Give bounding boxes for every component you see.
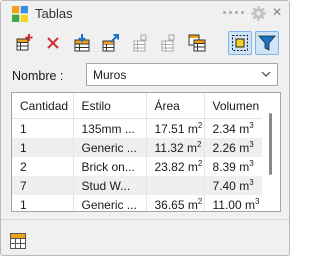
- table-row[interactable]: 2 Brick on... 23.82 m2 8.39 m3: [12, 157, 262, 176]
- tables-panel: Tablas × Nombre: Muros Cantidad Estilo …: [0, 0, 290, 256]
- cell-estilo: Brick on...: [72, 157, 146, 176]
- settings-button[interactable]: [128, 31, 152, 55]
- table-header-row: Cantidad Estilo Área Volumen: [12, 93, 262, 119]
- chevron-down-icon: [261, 71, 271, 77]
- header-estilo[interactable]: Estilo: [72, 93, 146, 119]
- cell-volumen: 2.26 m3: [203, 138, 262, 157]
- name-dropdown-value: Muros: [93, 68, 127, 82]
- table-row[interactable]: 1 135mm ... 17.51 m2 2.34 m3: [12, 118, 262, 138]
- cell-estilo: Generic ...: [72, 195, 146, 211]
- table-settings-icon: [133, 34, 147, 52]
- import-button[interactable]: [70, 31, 94, 55]
- vertical-scrollbar[interactable]: [269, 113, 272, 175]
- tables-app-icon: [12, 6, 28, 22]
- import-icon: [74, 34, 90, 52]
- export-icon: [102, 34, 119, 52]
- toolbar: [1, 31, 289, 57]
- filter-icon: [258, 35, 276, 51]
- gear-icon[interactable]: [250, 5, 267, 22]
- header-cantidad[interactable]: Cantidad: [12, 93, 73, 119]
- cell-area: 23.82 m2: [145, 157, 204, 176]
- cell-area: 17.51 m2: [145, 118, 204, 138]
- cell-cantidad: 2: [20, 159, 27, 174]
- cell-cantidad: 1: [20, 197, 27, 212]
- name-dropdown[interactable]: Muros: [86, 63, 278, 86]
- delete-button[interactable]: [41, 31, 65, 55]
- cell-estilo: 135mm ...: [72, 118, 146, 138]
- filter-button[interactable]: [255, 31, 279, 55]
- footer-divider: [1, 219, 289, 220]
- export-button[interactable]: [99, 31, 123, 55]
- copy-button[interactable]: [185, 31, 209, 55]
- cell-volumen: 11.00 m3: [203, 195, 262, 211]
- close-icon: ×: [272, 4, 282, 21]
- cell-cantidad: 1: [20, 121, 27, 136]
- header-area[interactable]: Área: [145, 93, 204, 119]
- copy-icon: [188, 34, 206, 52]
- name-label: Nombre :: [12, 69, 64, 83]
- close-button[interactable]: ×: [269, 5, 285, 21]
- title-bar[interactable]: Tablas ×: [1, 1, 289, 27]
- cell-volumen: 7.40 m3: [203, 176, 262, 195]
- header-volumen[interactable]: Volumen: [203, 93, 262, 119]
- cell-volumen: 2.34 m3: [203, 118, 262, 138]
- select-button[interactable]: [228, 31, 252, 55]
- table-row[interactable]: 7 Stud W... 7.40 m3: [12, 176, 262, 195]
- cell-area: 11.32 m2: [145, 138, 204, 157]
- settings-2-button[interactable]: [156, 31, 180, 55]
- schedule-table: Cantidad Estilo Área Volumen 1 135mm ...…: [11, 92, 281, 212]
- table-row[interactable]: 1 Generic ... 11.32 m2 2.26 m3: [12, 138, 262, 157]
- delete-x-icon: [47, 37, 59, 49]
- cell-volumen: 8.39 m3: [203, 157, 262, 176]
- drag-handle-icon[interactable]: [223, 11, 244, 14]
- add-schedule-button[interactable]: [12, 31, 36, 55]
- grid-layout-icon[interactable]: [10, 233, 26, 249]
- cell-estilo: Generic ...: [72, 138, 146, 157]
- cell-area: [145, 176, 204, 195]
- table-row[interactable]: 1 Generic ... 36.65 m2 11.00 m3: [12, 195, 262, 212]
- cell-estilo: Stud W...: [72, 176, 146, 195]
- table-settings-2-icon: [161, 34, 175, 52]
- window-title: Tablas: [35, 6, 73, 21]
- cell-area: 36.65 m2: [145, 195, 204, 211]
- add-table-icon: [16, 34, 33, 51]
- select-icon: [232, 35, 248, 51]
- cell-cantidad: 7: [12, 176, 73, 195]
- cell-cantidad: 1: [12, 138, 73, 157]
